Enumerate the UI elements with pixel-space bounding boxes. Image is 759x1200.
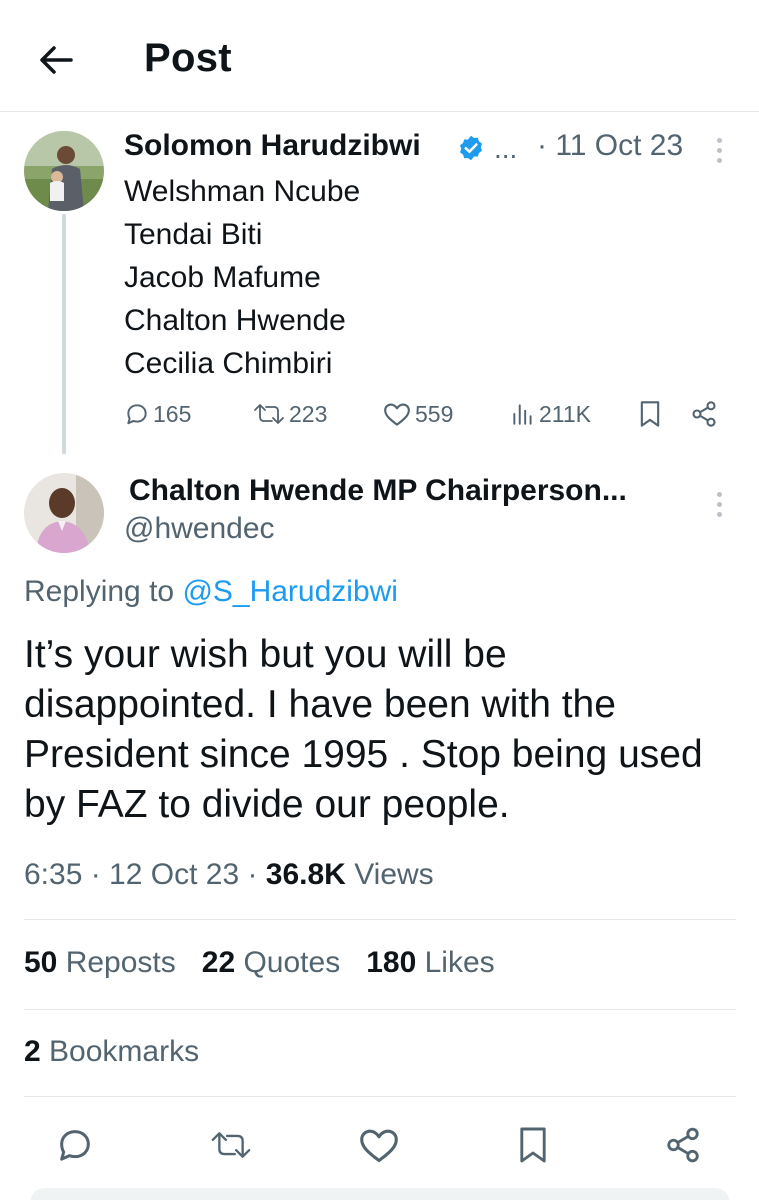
- thread-line: [62, 214, 66, 454]
- divider: [24, 919, 736, 920]
- like-button[interactable]: [354, 1120, 404, 1170]
- parent-more-icon[interactable]: [712, 138, 726, 163]
- post-stats: 50 Reposts 22 Quotes 180 Likes: [24, 946, 495, 980]
- verified-badge-icon: [460, 135, 482, 161]
- replying-to-link[interactable]: @S_Harudzibwi: [182, 575, 398, 608]
- parent-bookmark-action[interactable]: [638, 394, 662, 434]
- like-icon: [360, 1129, 398, 1163]
- bookmarks-stat[interactable]: 2 Bookmarks: [24, 1035, 199, 1069]
- post-more-icon[interactable]: [712, 492, 726, 517]
- post-meta: 6:35 · 12 Oct 23 · 36.8K Views: [24, 858, 434, 892]
- share-icon: [667, 1127, 699, 1163]
- parent-line: Chalton Hwende: [124, 304, 346, 337]
- reply-button[interactable]: [50, 1120, 100, 1170]
- back-button[interactable]: [34, 38, 78, 82]
- parent-repost-count: 223: [289, 400, 328, 427]
- post-timestamp[interactable]: 6:35 · 12 Oct 23 ·: [24, 858, 266, 891]
- page-title: Post: [144, 36, 232, 80]
- bookmarks-label: Bookmarks: [40, 1035, 200, 1068]
- parent-views-count: 211K: [539, 400, 592, 427]
- reposts-stat[interactable]: 50 Reposts: [24, 946, 176, 980]
- divider: [24, 1009, 736, 1010]
- parent-line: Cecilia Chimbiri: [124, 347, 333, 380]
- likes-label: Likes: [416, 946, 495, 979]
- quotes-label: Quotes: [235, 946, 341, 979]
- parent-line: Welshman Ncube: [124, 175, 361, 208]
- likes-count: 180: [366, 946, 417, 979]
- parent-repost-action[interactable]: 223: [252, 394, 327, 434]
- bookmark-button[interactable]: [508, 1120, 558, 1170]
- replying-to: Replying to @S_Harudzibwi: [24, 575, 398, 609]
- parent-author-name[interactable]: Solomon Harudzibwi: [124, 129, 421, 163]
- parent-avatar[interactable]: [24, 131, 104, 211]
- parent-like-count: 559: [415, 400, 454, 427]
- parent-line: Tendai Biti: [124, 218, 263, 251]
- top-bar: Post: [0, 0, 759, 112]
- parent-views-action[interactable]: 211K: [510, 394, 591, 434]
- like-icon: [384, 403, 410, 426]
- parent-line: Jacob Mafume: [124, 261, 321, 294]
- repost-icon: [211, 1132, 251, 1158]
- repost-button[interactable]: [206, 1120, 256, 1170]
- post-text: It’s your wish but you will be disappoin…: [24, 633, 703, 826]
- name-truncation: ...: [494, 133, 518, 164]
- parent-reply-action[interactable]: 165: [124, 394, 191, 434]
- share-icon: [692, 401, 716, 427]
- reply-icon: [60, 1130, 90, 1161]
- divider: [24, 1096, 736, 1097]
- post-views-label: Views: [345, 858, 434, 891]
- post-author-handle[interactable]: @hwendec: [124, 512, 275, 546]
- post-avatar[interactable]: [24, 473, 104, 553]
- reply-icon: [127, 404, 147, 425]
- quotes-stat[interactable]: 22 Quotes: [202, 946, 340, 980]
- bookmarks-count: 2: [24, 1035, 41, 1068]
- parent-timestamp[interactable]: · 11 Oct 23: [537, 129, 683, 163]
- reposts-count: 50: [24, 946, 58, 979]
- parent-tweet-text: Welshman Ncube Tendai Biti Jacob Mafume …: [124, 170, 360, 385]
- quotes-count: 22: [201, 946, 236, 979]
- post-views-count: 36.8K: [265, 858, 346, 891]
- post-action-bar: [0, 1120, 759, 1170]
- reply-composer[interactable]: [30, 1188, 730, 1200]
- parent-share-action[interactable]: [690, 394, 718, 434]
- parent-like-action[interactable]: 559: [382, 394, 453, 434]
- repost-icon: [254, 404, 284, 424]
- post-author-name[interactable]: Chalton Hwende MP Chairperson...: [129, 474, 627, 508]
- bookmark-icon: [520, 1127, 546, 1163]
- replying-prefix: Replying to: [24, 575, 183, 608]
- views-icon: [513, 404, 532, 425]
- parent-reply-count: 165: [153, 400, 192, 427]
- likes-stat[interactable]: 180 Likes: [366, 946, 494, 980]
- reposts-label: Reposts: [57, 946, 176, 979]
- share-button[interactable]: [658, 1120, 708, 1170]
- back-arrow-icon: [40, 46, 73, 74]
- bookmark-icon: [640, 401, 660, 427]
